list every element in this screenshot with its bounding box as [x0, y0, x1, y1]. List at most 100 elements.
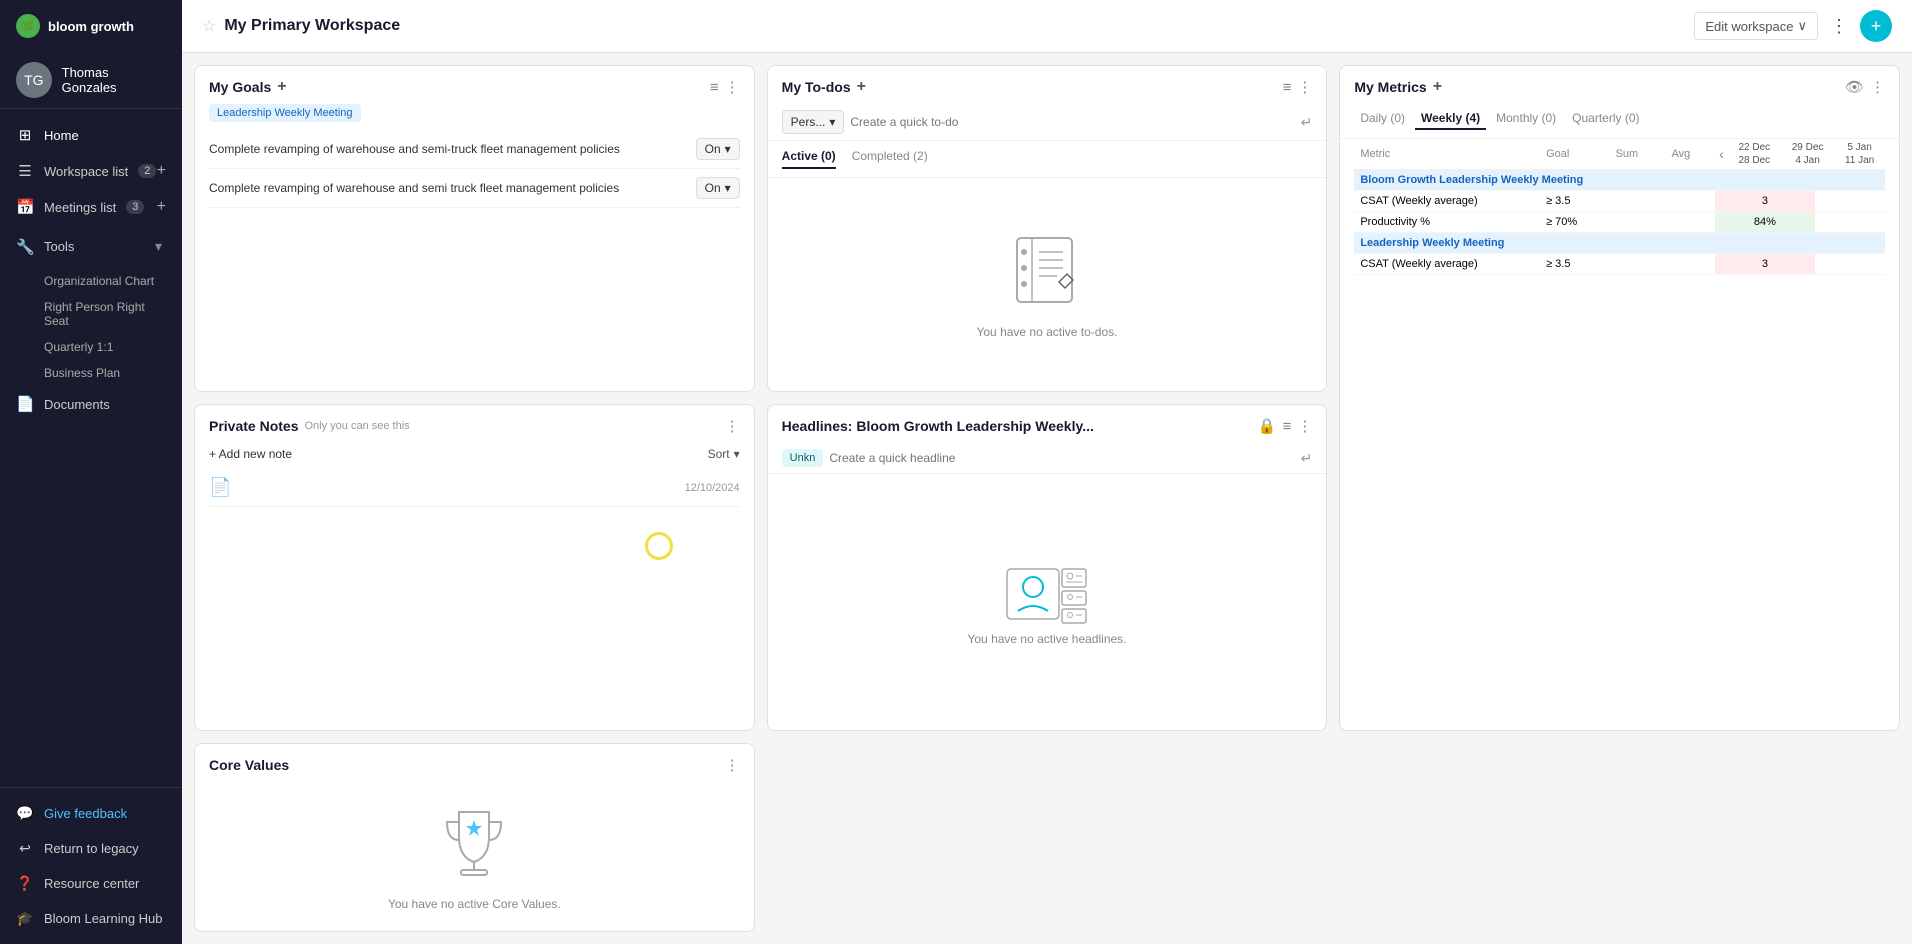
- favorite-icon[interactable]: ☆: [202, 16, 216, 36]
- goals-sort-icon[interactable]: ≡: [710, 79, 719, 96]
- note-item[interactable]: 📄 12/10/2024: [209, 469, 740, 507]
- metric-sum-3: [1610, 254, 1666, 275]
- return-icon: ↩: [16, 840, 34, 857]
- sidebar-item-resource-center[interactable]: ❓ Resource center: [0, 866, 182, 901]
- user-profile[interactable]: TG Thomas Gonzales: [0, 52, 182, 109]
- sidebar: 🌿 bloom growth TG Thomas Gonzales ⊞ Home…: [0, 0, 182, 944]
- headlines-empty-icon: [1002, 559, 1092, 632]
- sidebar-item-workspace-list[interactable]: ☰ Workspace list 2 +: [0, 153, 182, 189]
- notes-sort-button[interactable]: Sort ▾: [708, 447, 740, 461]
- sidebar-item-home[interactable]: ⊞ Home: [0, 117, 182, 153]
- date-range-2: 29 Dec 4 Jan: [1792, 141, 1824, 167]
- return-label: Return to legacy: [44, 841, 139, 856]
- goal-status-1: On: [705, 142, 721, 156]
- metrics-title: My Metrics +: [1354, 78, 1442, 96]
- notes-subtitle: Only you can see this: [304, 420, 409, 432]
- todos-input-row: Pers... ▾ ↵: [768, 104, 1327, 141]
- edit-workspace-button[interactable]: Edit workspace ∨: [1694, 12, 1818, 40]
- sidebar-item-org-chart[interactable]: Organizational Chart: [44, 268, 182, 294]
- tools-submenu: Organizational Chart Right Person Right …: [0, 268, 182, 386]
- metric-val-3-1: 3: [1715, 254, 1815, 275]
- filter-chevron-icon: ▾: [829, 115, 835, 129]
- metrics-add-button[interactable]: +: [1433, 78, 1442, 96]
- core-values-card: Core Values ⋮ You have: [194, 743, 755, 932]
- sidebar-item-return-legacy[interactable]: ↩ Return to legacy: [0, 831, 182, 866]
- goals-add-button[interactable]: +: [277, 78, 286, 96]
- main-content: ☆ My Primary Workspace Edit workspace ∨ …: [182, 0, 1912, 944]
- date-range-3: 5 Jan 11 Jan: [1845, 141, 1874, 167]
- sidebar-bottom: 💬 Give feedback ↩ Return to legacy ❓ Res…: [0, 787, 182, 944]
- sidebar-item-documents[interactable]: 📄 Documents: [0, 386, 182, 422]
- metrics-table: Metric Goal Sum Avg ‹ 22 Dec 28 Dec 29 D…: [1354, 139, 1885, 275]
- headlines-person-chip[interactable]: Unkn: [782, 449, 824, 467]
- sidebar-item-bloom-learning-hub[interactable]: 🎓 Bloom Learning Hub: [0, 901, 182, 936]
- metrics-prev-icon[interactable]: ‹: [1715, 142, 1728, 166]
- meetings-label: Meetings list: [44, 200, 116, 215]
- add-note-button[interactable]: + Add new note: [209, 447, 292, 461]
- main-nav: ⊞ Home ☰ Workspace list 2 + 📅 Meetings l…: [0, 109, 182, 787]
- core-values-title: Core Values: [209, 757, 289, 773]
- goals-title-text: My Goals: [209, 79, 271, 95]
- sidebar-item-meetings-list[interactable]: 📅 Meetings list 3 +: [0, 189, 182, 225]
- col-goal: Goal: [1540, 139, 1610, 170]
- resource-label: Resource center: [44, 876, 139, 891]
- goals-title: My Goals +: [209, 78, 287, 96]
- todos-empty-state: You have no active to-dos.: [768, 178, 1327, 391]
- notes-header: Private Notes Only you can see this ⋮: [195, 405, 754, 443]
- notes-sort-label: Sort: [708, 447, 730, 461]
- sidebar-item-quarterly[interactable]: Quarterly 1:1: [44, 334, 182, 360]
- todo-input-field[interactable]: [850, 115, 1294, 129]
- sidebar-item-give-feedback[interactable]: 💬 Give feedback: [0, 796, 182, 831]
- goal-toggle-2[interactable]: On ▾: [696, 177, 740, 199]
- headline-input-field[interactable]: [829, 451, 1294, 465]
- todos-more-icon[interactable]: ⋮: [1297, 78, 1312, 96]
- tab-weekly[interactable]: Weekly (4): [1415, 108, 1486, 130]
- tab-quarterly[interactable]: Quarterly (0): [1566, 108, 1645, 130]
- header-more-icon[interactable]: ⋮: [1830, 16, 1848, 37]
- tab-active[interactable]: Active (0): [782, 149, 836, 169]
- goal-item-1: Complete revamping of warehouse and semi…: [209, 130, 740, 169]
- notes-more-icon[interactable]: ⋮: [725, 417, 740, 435]
- tab-completed[interactable]: Completed (2): [852, 149, 928, 169]
- core-values-header: Core Values ⋮: [195, 744, 754, 782]
- trophy-icon: [439, 802, 509, 885]
- nav-home-label: Home: [44, 128, 79, 143]
- todos-sort-icon[interactable]: ≡: [1283, 79, 1292, 96]
- metric-sum-2: [1610, 212, 1666, 233]
- meetings-badge: 3: [126, 200, 144, 214]
- metrics-eye-icon[interactable]: 👁: [1845, 78, 1864, 96]
- metric-row-3: CSAT (Weekly average) ≥ 3.5 3: [1354, 254, 1885, 275]
- headlines-header: Headlines: Bloom Growth Leadership Weekl…: [768, 405, 1327, 443]
- todo-tabs: Active (0) Completed (2): [768, 141, 1327, 178]
- tab-daily[interactable]: Daily (0): [1354, 108, 1411, 130]
- metrics-header: My Metrics + 👁 ⋮: [1340, 66, 1899, 104]
- goals-actions: ≡ ⋮: [710, 78, 740, 96]
- sidebar-item-tools[interactable]: 🔧 Tools ▾: [0, 225, 182, 268]
- headlines-sort-icon[interactable]: ≡: [1283, 418, 1292, 435]
- headlines-empty-state: You have no active headlines.: [768, 474, 1327, 730]
- note-date: 12/10/2024: [685, 482, 740, 494]
- headlines-empty-text: You have no active headlines.: [967, 632, 1126, 646]
- header-add-button[interactable]: +: [1860, 10, 1892, 42]
- metrics-title-text: My Metrics: [1354, 79, 1426, 95]
- header-left: ☆ My Primary Workspace: [202, 16, 400, 36]
- notes-title: Private Notes: [209, 418, 298, 434]
- meetings-add-button[interactable]: +: [157, 199, 166, 215]
- metric-sum-1: [1610, 191, 1666, 212]
- note-file-icon: 📄: [209, 477, 231, 498]
- col-sum: Sum: [1610, 139, 1666, 170]
- col-metric: Metric: [1354, 139, 1540, 170]
- headlines-more-icon[interactable]: ⋮: [1297, 417, 1312, 435]
- headlines-card: Headlines: Bloom Growth Leadership Weekl…: [767, 404, 1328, 731]
- metric-name-3: CSAT (Weekly average): [1354, 254, 1540, 275]
- sidebar-item-rprs[interactable]: Right Person Right Seat: [44, 294, 182, 334]
- sidebar-item-business-plan[interactable]: Business Plan: [44, 360, 182, 386]
- core-values-more-icon[interactable]: ⋮: [725, 756, 740, 774]
- workspace-add-button[interactable]: +: [157, 163, 166, 179]
- goal-toggle-1[interactable]: On ▾: [696, 138, 740, 160]
- goals-more-icon[interactable]: ⋮: [725, 78, 740, 96]
- person-filter-button[interactable]: Pers... ▾: [782, 110, 845, 134]
- tab-monthly[interactable]: Monthly (0): [1490, 108, 1562, 130]
- metrics-more-icon[interactable]: ⋮: [1870, 78, 1885, 96]
- todos-add-button[interactable]: +: [857, 78, 866, 96]
